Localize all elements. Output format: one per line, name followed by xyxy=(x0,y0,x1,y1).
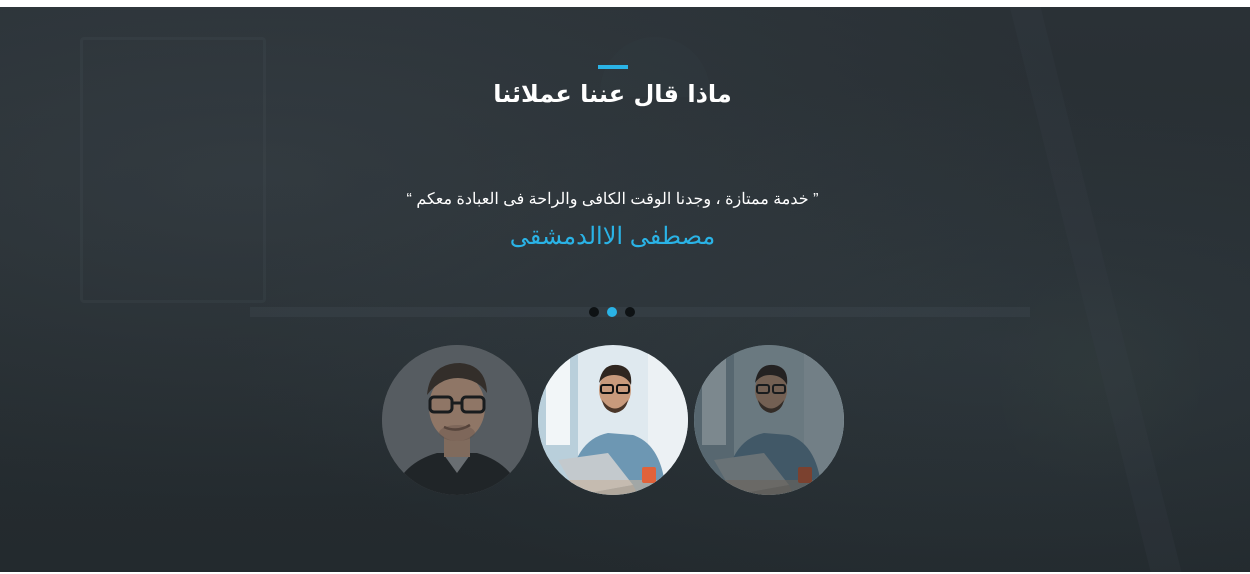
client-photo-laptop-man xyxy=(538,345,688,495)
client-avatar-3[interactable] xyxy=(694,345,844,495)
client-avatar-2[interactable] xyxy=(538,345,688,495)
testimonial-author: مصطفى اﻻالدمشقى xyxy=(509,223,716,250)
carousel-dot-3[interactable] xyxy=(625,307,635,317)
client-photo-laptop-man-alt xyxy=(694,345,844,495)
testimonial-quote: ” خدمة ممتازة ، وجدنا الوقت الكافى والرا… xyxy=(406,191,819,208)
client-avatar-1[interactable] xyxy=(382,345,532,495)
carousel-dots xyxy=(589,307,635,317)
section-title: ماذا قال عننا عملائنا xyxy=(493,80,732,108)
carousel-dot-1[interactable] xyxy=(589,307,599,317)
client-photo-glasses-man xyxy=(382,345,532,495)
title-accent-bar xyxy=(598,65,628,69)
carousel-dot-2[interactable] xyxy=(607,307,617,317)
background-window xyxy=(80,37,266,303)
background-desk xyxy=(250,307,1030,317)
